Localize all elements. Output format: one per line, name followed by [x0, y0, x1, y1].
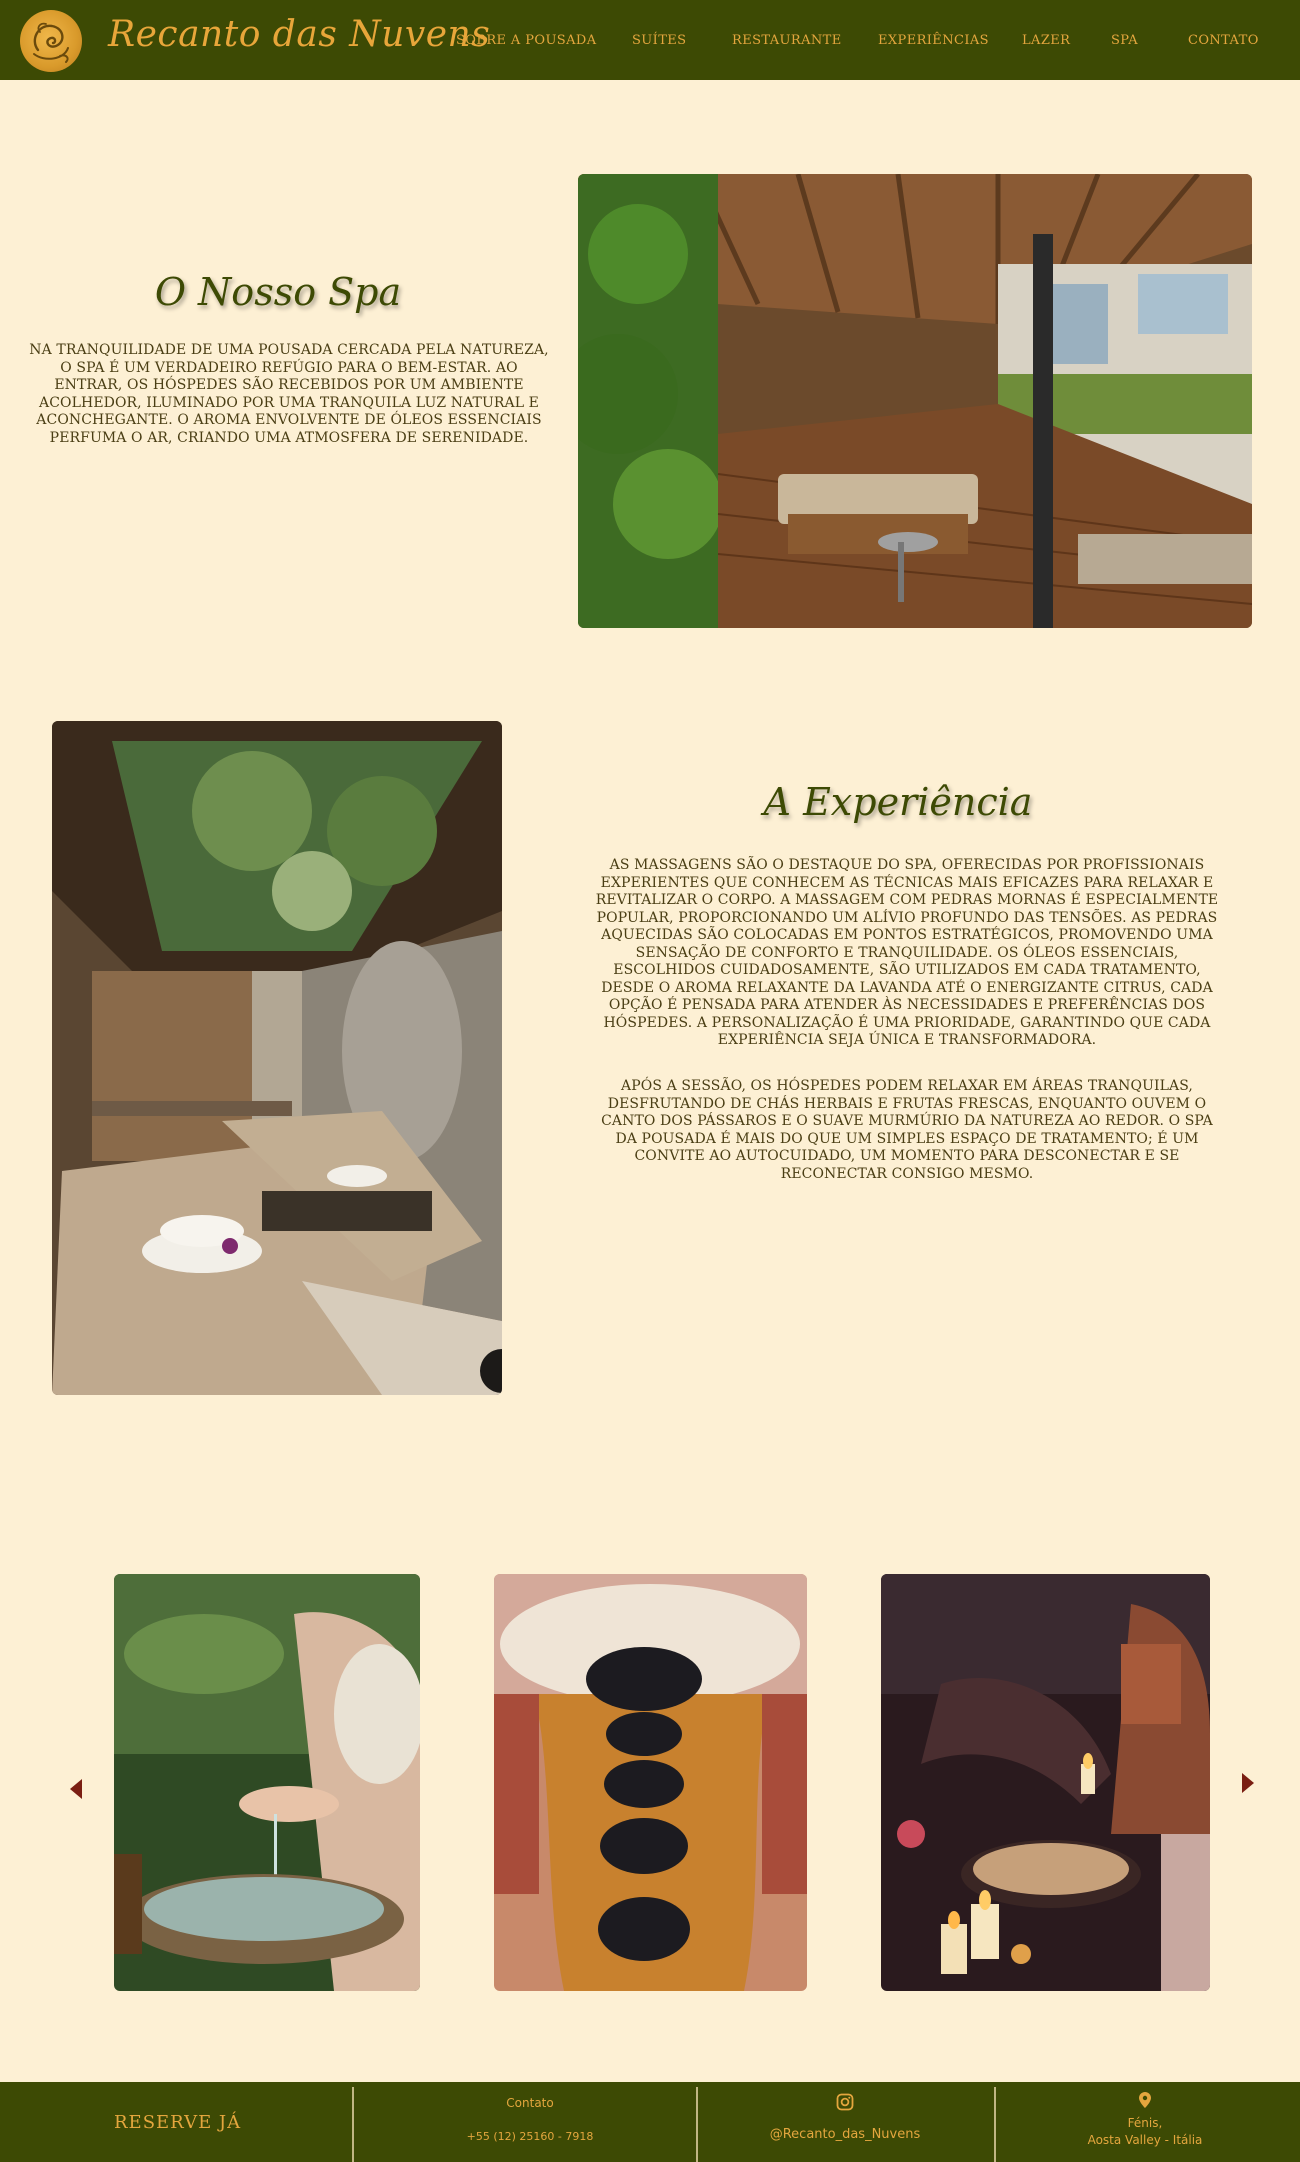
contact-label: Contato — [506, 2096, 554, 2110]
carousel-next-button[interactable] — [1242, 1773, 1254, 1797]
location-region: Aosta Valley - Itália — [1087, 2133, 1203, 2147]
nav-item-experiencias[interactable]: EXPERIÊNCIAS — [878, 33, 989, 48]
experience-text-2: Após a sessão, os hóspedes podem relaxar… — [601, 1078, 1213, 1182]
carousel-item-foot-ritual[interactable] — [881, 1574, 1210, 1991]
nav-item-sobre[interactable]: SOBRE A POUSADA — [456, 33, 597, 48]
phone-number[interactable]: +55 (12) 25160 - 7918 — [430, 2130, 630, 2143]
experience-text-1: As massagens são o destaque do spa, ofer… — [595, 857, 1219, 1048]
triangle-right-icon — [1242, 1773, 1254, 1793]
top-nav: Recanto das Nuvens SOBRE A POUSADA SUÍTE… — [0, 0, 1300, 80]
footer-divider — [994, 2087, 996, 2162]
map-pin-icon — [1139, 2092, 1151, 2112]
spa-deck-photo — [578, 174, 1252, 628]
triangle-left-icon — [70, 1779, 82, 1799]
footer: RESERVE JÁ Contato +55 (12) 25160 - 7918… — [0, 2082, 1300, 2162]
footer-divider — [352, 2087, 354, 2162]
nav-item-contato[interactable]: CONTATO — [1188, 33, 1259, 48]
nav-item-spa[interactable]: SPA — [1111, 33, 1138, 48]
nav-item-suites[interactable]: SUÍTES — [632, 33, 686, 48]
carousel-item-water-bowl[interactable] — [114, 1574, 420, 1991]
carousel-item-hot-stones[interactable] — [494, 1574, 807, 1991]
reserve-button[interactable]: RESERVE JÁ — [114, 2112, 241, 2133]
instagram-icon[interactable] — [836, 2093, 854, 2115]
spa-intro-text: Na tranquilidade de uma pousada cercada … — [29, 342, 549, 446]
experience-title: A Experiência — [763, 780, 1033, 824]
swirl-logo-icon[interactable] — [20, 10, 82, 72]
instagram-handle[interactable]: @Recanto_das_Nuvens — [745, 2127, 945, 2142]
nav-item-restaurante[interactable]: RESTAURANTE — [732, 33, 842, 48]
massage-room-photo — [52, 721, 502, 1395]
carousel-prev-button[interactable] — [70, 1779, 82, 1803]
brand-name[interactable]: Recanto das Nuvens — [108, 14, 490, 55]
nav-item-lazer[interactable]: LAZER — [1022, 33, 1070, 48]
spa-title: O Nosso Spa — [154, 270, 402, 314]
footer-divider — [696, 2087, 698, 2162]
location-city: Fénis, — [1127, 2116, 1163, 2130]
